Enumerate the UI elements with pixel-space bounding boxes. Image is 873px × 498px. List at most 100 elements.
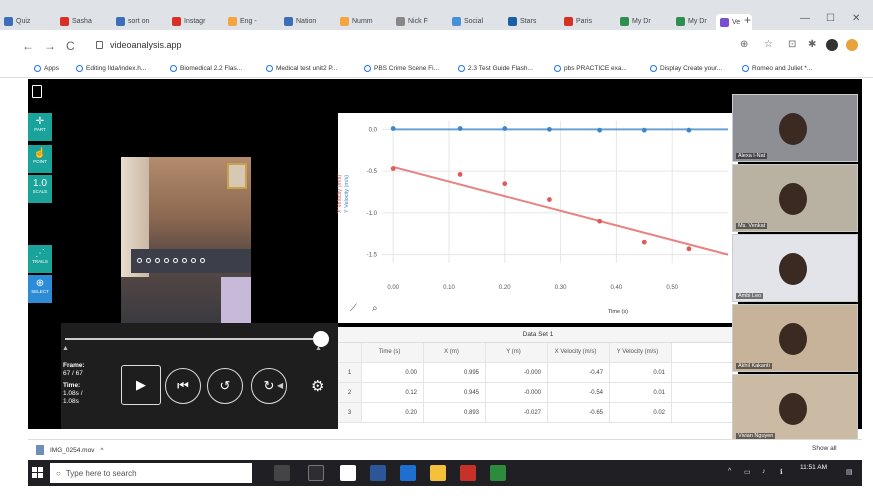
timeline-slider[interactable] [65, 338, 320, 340]
track-point[interactable] [137, 258, 142, 263]
bookmark-item[interactable]: Romeo and Juliet *... [742, 65, 812, 72]
notification-icon[interactable]: ▤ [846, 468, 853, 476]
show-all-link[interactable]: Show all [812, 445, 837, 452]
column-header[interactable] [338, 343, 362, 362]
browser-tab[interactable]: Instagr [172, 14, 224, 28]
track-point[interactable] [146, 258, 151, 263]
graph-panel[interactable]: 0.0 -0.5 -1.0 -1.5 0.00 0.10 0.20 0.30 0.40 0.50 … [337, 113, 738, 323]
bookmark-item[interactable]: Medical test unit2 P... [266, 65, 337, 72]
minimize-button[interactable]: — [800, 13, 810, 24]
track-point[interactable] [173, 258, 178, 263]
wall-picture [227, 163, 247, 189]
browser-tab[interactable]: Social [452, 14, 504, 28]
select-tool[interactable]: ⊕ SELECT [28, 275, 52, 303]
folder-icon[interactable] [430, 465, 446, 481]
document-icon[interactable] [32, 85, 42, 98]
browser-tab[interactable]: Stars [508, 14, 560, 28]
bookmark-item[interactable]: Display Create your... [650, 65, 722, 72]
download-item[interactable]: IMG_0254.mov ^ [36, 445, 104, 455]
browser-tab[interactable]: Paris [564, 14, 616, 28]
star-icon[interactable]: ☆ [764, 39, 773, 50]
column-header[interactable]: Time (s) [362, 343, 424, 362]
table-row[interactable]: 3 0.20 0.893 -0.027 -0.65 0.02 [338, 403, 738, 423]
video-frame[interactable] [121, 157, 251, 323]
browser-tab[interactable]: Nation [284, 14, 336, 28]
table-row[interactable]: 1 0.00 0.995 -0.000 -0.47 0.01 [338, 363, 738, 383]
bookmark-item[interactable]: Editing Ilda/index.h... [76, 65, 146, 72]
participant-tile[interactable]: Ms. Venkat [732, 164, 858, 232]
participant-tile[interactable]: Vivian Nguyen [732, 374, 858, 442]
zoom-icon[interactable]: ⌕ [372, 303, 378, 314]
bookmark-item[interactable]: Biomedical 2.2 Flas... [170, 65, 242, 72]
bookmark-item[interactable]: pbs PRACTICE exa... [554, 65, 627, 72]
profile-avatar[interactable] [826, 39, 838, 51]
network-icon[interactable]: ▭ [744, 468, 751, 476]
browser-tab[interactable]: My Dr [620, 14, 672, 28]
browser-tab[interactable]: sort on [116, 14, 168, 28]
point-tool[interactable]: ☝ POINT [28, 145, 52, 173]
pdf-icon[interactable] [460, 465, 476, 481]
excel-icon[interactable] [490, 465, 506, 481]
tab-favicon-icon [720, 17, 729, 27]
graph-type-icon[interactable]: ⟋ [350, 303, 357, 314]
tracked-points[interactable] [137, 258, 205, 263]
url-field[interactable]: videoanalysis.app [110, 40, 182, 50]
forward-icon[interactable]: → [44, 39, 56, 53]
taskbar-clock[interactable]: 11:51 AM [800, 463, 827, 472]
browser-tab[interactable]: Numm [340, 14, 392, 28]
participant-tile[interactable]: Akhil Kakanti [732, 304, 858, 372]
close-window-button[interactable]: ✕ [852, 13, 860, 24]
participant-tile[interactable]: Ambi Leo [732, 234, 858, 302]
skip-to-start-button[interactable]: ⏮ [165, 368, 201, 404]
browser-tab[interactable]: Quiz [4, 14, 56, 28]
column-header[interactable]: Y Velocity (m/s) [610, 343, 672, 362]
bookmark-item[interactable]: PBS Crime Scene Fi... [364, 65, 439, 72]
store-icon[interactable] [308, 465, 324, 481]
mail-icon[interactable] [400, 465, 416, 481]
task-view-icon[interactable] [274, 465, 290, 481]
column-header[interactable]: Y (m) [486, 343, 548, 362]
reload-icon[interactable]: C [66, 39, 75, 53]
install-icon[interactable]: ⊕ [740, 39, 748, 50]
play-button[interactable]: ▶ [121, 365, 161, 405]
track-point[interactable] [200, 258, 205, 263]
column-header[interactable]: X (m) [424, 343, 486, 362]
participant-tile[interactable]: Alexa I-Nat [732, 94, 858, 162]
bookmark-item[interactable]: Apps [34, 65, 59, 72]
scale-tool[interactable]: 1.0 SCALE [28, 175, 52, 203]
column-header[interactable]: X Velocity (m/s) [548, 343, 610, 362]
windows-start-icon[interactable] [32, 467, 43, 478]
part-tool[interactable]: ✛ PART [28, 113, 52, 141]
x-tick-label: 0.10 [443, 285, 455, 291]
bookmark-item[interactable]: 2.3 Test Guide Flash... [458, 65, 533, 72]
chevron-up-icon[interactable]: ^ [100, 447, 103, 454]
maximize-button[interactable]: ☐ [826, 13, 835, 24]
chrome-icon[interactable] [340, 465, 356, 481]
start-marker-icon[interactable]: ▲ [62, 345, 69, 352]
puzzle-icon[interactable]: ✱ [808, 39, 816, 50]
gear-icon[interactable]: ⚙ [311, 377, 324, 395]
track-point[interactable] [164, 258, 169, 263]
tray-chevron-icon[interactable]: ^ [728, 468, 731, 475]
extension-icon[interactable]: ⊡ [788, 39, 796, 50]
track-point[interactable] [182, 258, 187, 263]
menu-icon[interactable] [846, 39, 858, 51]
track-point[interactable] [191, 258, 196, 263]
word-icon[interactable] [370, 465, 386, 481]
table-row[interactable]: 2 0.12 0.945 -0.000 -0.54 0.01 [338, 383, 738, 403]
back-icon[interactable]: ← [22, 39, 34, 53]
volume-icon[interactable]: ♪ [762, 468, 766, 475]
end-marker-icon[interactable]: ▲ [315, 345, 322, 352]
browser-tab[interactable]: Nick F [396, 14, 448, 28]
new-tab-button[interactable]: + [744, 13, 751, 27]
speed-arrow-icon[interactable]: ◀ [277, 381, 283, 390]
language-icon[interactable]: ℹ [780, 468, 783, 476]
browser-tab[interactable]: Eng - [228, 14, 280, 28]
browser-tab[interactable]: Sasha [60, 14, 112, 28]
taskbar-search[interactable]: ○ Type here to search [50, 463, 252, 483]
step-back-button[interactable]: ↺ [207, 368, 243, 404]
velocity-chart[interactable]: 0.0 -0.5 -1.0 -1.5 0.00 0.10 0.20 0.30 0.40 0.50 [338, 113, 738, 293]
track-point[interactable] [155, 258, 160, 263]
trails-tool[interactable]: ⋰ TRAILS [28, 245, 52, 273]
data-point [686, 246, 692, 252]
